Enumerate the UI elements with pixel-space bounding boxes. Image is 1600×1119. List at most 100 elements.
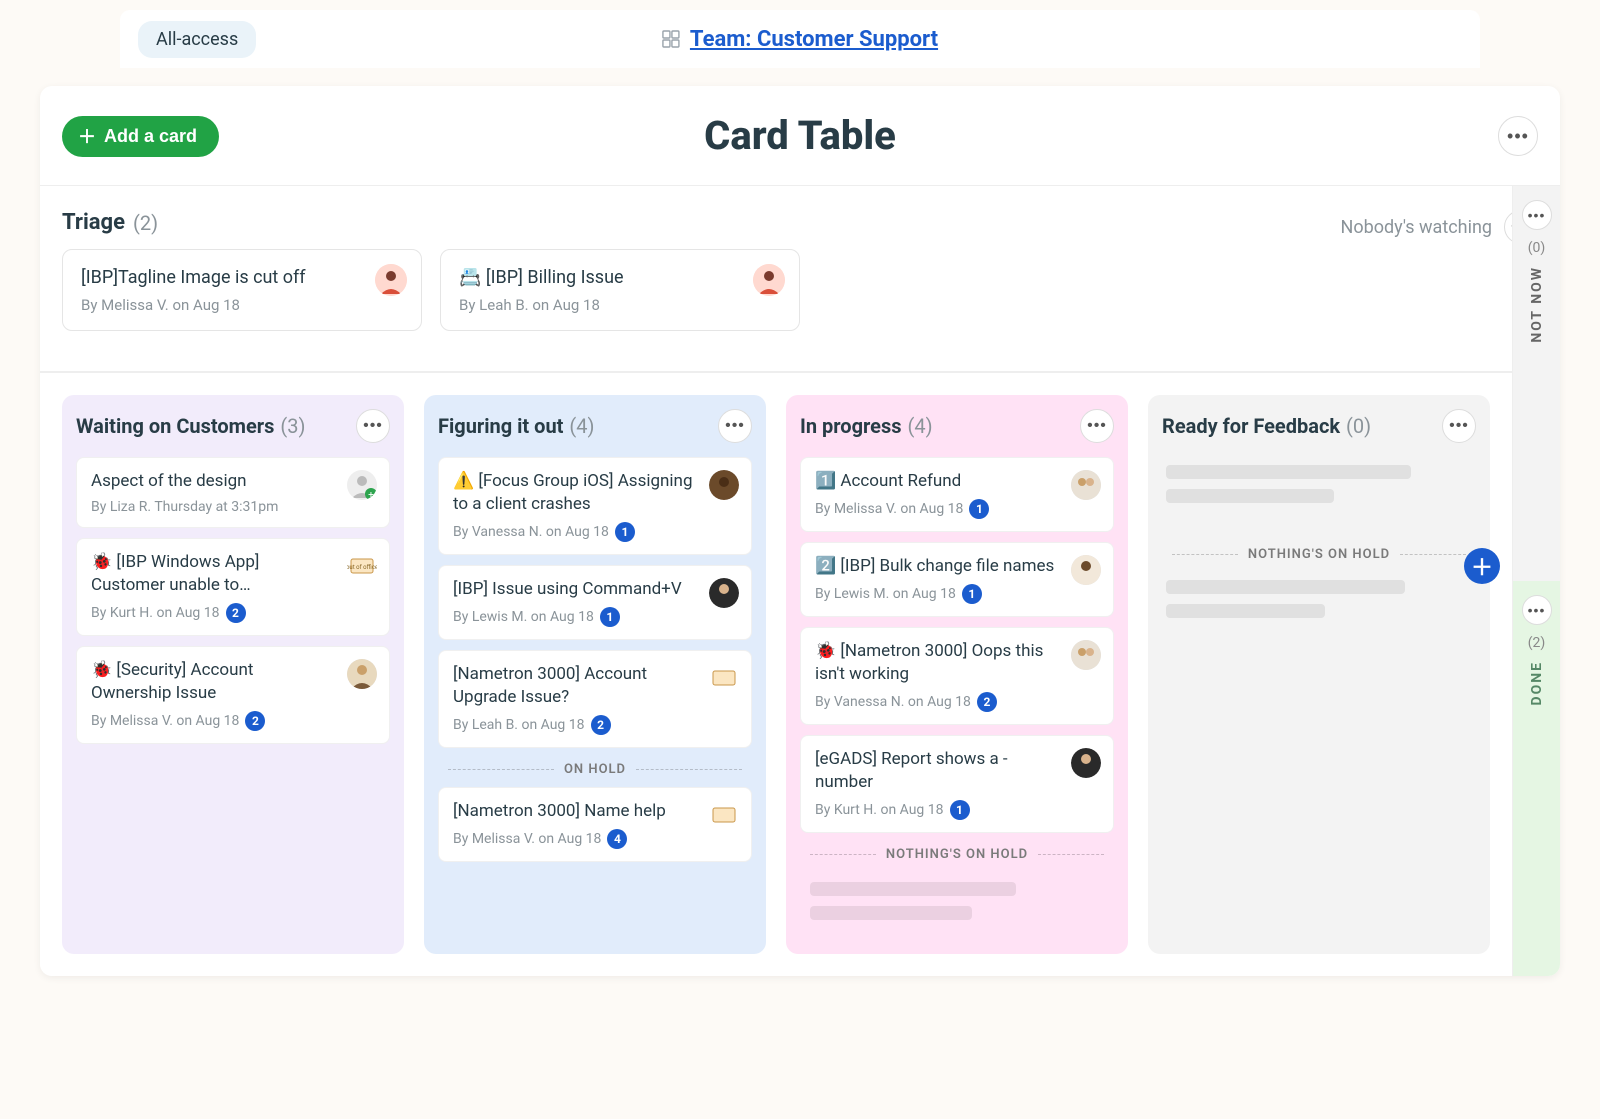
assign-icon[interactable]: + [347,470,377,500]
breadcrumb-bar: All-access Team: Customer Support [120,10,1480,68]
card-meta: By Lewis M. on Aug 18 1 [453,607,737,627]
comment-count-badge: 2 [977,692,997,712]
column-count: (4) [908,414,933,438]
rail-more-button[interactable]: ••• [1522,595,1552,625]
plus-icon: ＋ [1471,550,1493,582]
card-title: 1️⃣ Account Refund [815,470,1099,493]
board: ＋ Add a card Card Table ••• Triage (2) N… [40,86,1560,976]
rail-count: (0) [1528,240,1546,256]
rail-label: DONE [1529,661,1545,706]
card-title: [IBP] Issue using Command+V [453,578,737,601]
card-title: [IBP]Tagline Image is cut off [81,266,403,290]
on-hold-divider: ON HOLD [438,762,752,777]
on-hold-label: ON HOLD [564,762,626,777]
rail-not-now[interactable]: ••• (0) NOT NOW [1512,186,1560,581]
page-title: Card Table [704,112,896,159]
avatar [1071,470,1101,500]
board-more-button[interactable]: ••• [1498,116,1538,156]
triage-section: Triage (2) Nobody's watching ••• [IBP]Ta… [40,186,1560,371]
column-ready-feedback: Ready for Feedback (0) ••• NOTHING'S ON … [1148,395,1490,954]
card-title: [Nametron 3000] Name help [453,800,737,823]
avatar [347,659,377,689]
watching-label: Nobody's watching [1341,217,1492,238]
card-meta: By Melissa V. on Aug 18 [81,296,403,314]
column-count: (4) [569,414,594,438]
card[interactable]: 🐞 [Nametron 3000] Oops this isn't workin… [800,627,1114,725]
card-meta: By Melissa V. on Aug 18 1 [815,499,1099,519]
card-title: Aspect of the design [91,470,375,493]
out-of-office-icon [709,663,739,693]
card[interactable]: 1️⃣ Account Refund By Melissa V. on Aug … [800,457,1114,532]
comment-count-badge: 1 [615,522,635,542]
column-more-button[interactable]: ••• [718,409,752,443]
add-column-button[interactable]: ＋ [1464,548,1500,584]
triage-count: (2) [133,211,158,235]
column-title: Waiting on Customers [76,414,274,438]
column-in-progress: In progress (4) ••• 1️⃣ Account Refund B… [786,395,1128,954]
triage-card[interactable]: [IBP]Tagline Image is cut off By Melissa… [62,249,422,331]
column-title: Ready for Feedback [1162,414,1340,438]
rail-more-button[interactable]: ••• [1522,200,1552,230]
card[interactable]: Aspect of the design By Liza R. Thursday… [76,457,390,528]
card-title: 🐞 [IBP Windows App] Customer unable to… [91,551,375,597]
placeholder [1166,465,1411,479]
card-meta: By Leah B. on Aug 18 2 [453,715,737,735]
placeholder [1166,580,1405,594]
rails: ••• (0) NOT NOW ••• (2) DONE [1512,186,1560,976]
card[interactable]: [Nametron 3000] Name help By Melissa V. … [438,787,752,862]
placeholder [810,906,972,920]
card[interactable]: [Nametron 3000] Account Upgrade Issue? B… [438,650,752,748]
avatar [1071,555,1101,585]
card[interactable]: [eGADS] Report shows a - number By Kurt … [800,735,1114,833]
card-title: ⚠️ [Focus Group iOS] Assigning to a clie… [453,470,737,516]
board-header: ＋ Add a card Card Table ••• [40,86,1560,186]
avatar [1071,640,1101,670]
column-title: Figuring it out [438,414,563,438]
svg-text:out of office: out of office [347,564,377,571]
triage-card[interactable]: 📇 [IBP] Billing Issue By Leah B. on Aug … [440,249,800,331]
card-meta: By Kurt H. on Aug 18 1 [815,800,1099,820]
card-meta: By Vanessa N. on Aug 18 1 [453,522,737,542]
avatar [1071,748,1101,778]
rail-done[interactable]: ••• (2) DONE [1512,581,1560,976]
card[interactable]: [IBP] Issue using Command+V By Lewis M. … [438,565,752,640]
card-title: [Nametron 3000] Account Upgrade Issue? [453,663,737,709]
comment-count-badge: 1 [962,584,982,604]
placeholder [810,882,1016,896]
rail-count: (2) [1528,635,1546,651]
card[interactable]: 🐞 [Security] Account Ownership Issue By … [76,646,390,744]
breadcrumb-team-link[interactable]: Team: Customer Support [690,27,938,52]
card-meta: By Leah B. on Aug 18 [459,296,781,314]
card-title: 2️⃣ [IBP] Bulk change file names [815,555,1099,578]
avatar [375,264,407,296]
column-more-button[interactable]: ••• [356,409,390,443]
triage-title: Triage [62,210,125,235]
card-meta: By Melissa V. on Aug 18 2 [91,711,375,731]
placeholder [1166,604,1325,618]
grid-icon [662,30,680,48]
comment-count-badge: 2 [591,715,611,735]
card[interactable]: ⚠️ [Focus Group iOS] Assigning to a clie… [438,457,752,555]
card-title: 📇 [IBP] Billing Issue [459,266,781,290]
card-meta: By Melissa V. on Aug 18 4 [453,829,737,849]
column-waiting: Waiting on Customers (3) ••• Aspect of t… [62,395,404,954]
comment-count-badge: 2 [245,711,265,731]
plus-icon: ＋ [78,128,96,146]
comment-count-badge: 4 [607,829,627,849]
card[interactable]: 2️⃣ [IBP] Bulk change file names By Lewi… [800,542,1114,617]
column-more-button[interactable]: ••• [1442,409,1476,443]
comment-count-badge: 1 [600,607,620,627]
placeholder [1166,489,1334,503]
column-more-button[interactable]: ••• [1080,409,1114,443]
card[interactable]: 🐞 [IBP Windows App] Customer unable to… … [76,538,390,636]
avatar [709,578,739,608]
column-count: (3) [280,414,305,438]
comment-count-badge: 1 [950,800,970,820]
access-pill[interactable]: All-access [138,21,256,58]
column-figuring: Figuring it out (4) ••• ⚠️ [Focus Group … [424,395,766,954]
card-title: [eGADS] Report shows a - number [815,748,1099,794]
add-card-button[interactable]: ＋ Add a card [62,116,219,157]
avatar [753,264,785,296]
column-title: In progress [800,414,902,438]
on-hold-label: NOTHING'S ON HOLD [886,847,1028,862]
